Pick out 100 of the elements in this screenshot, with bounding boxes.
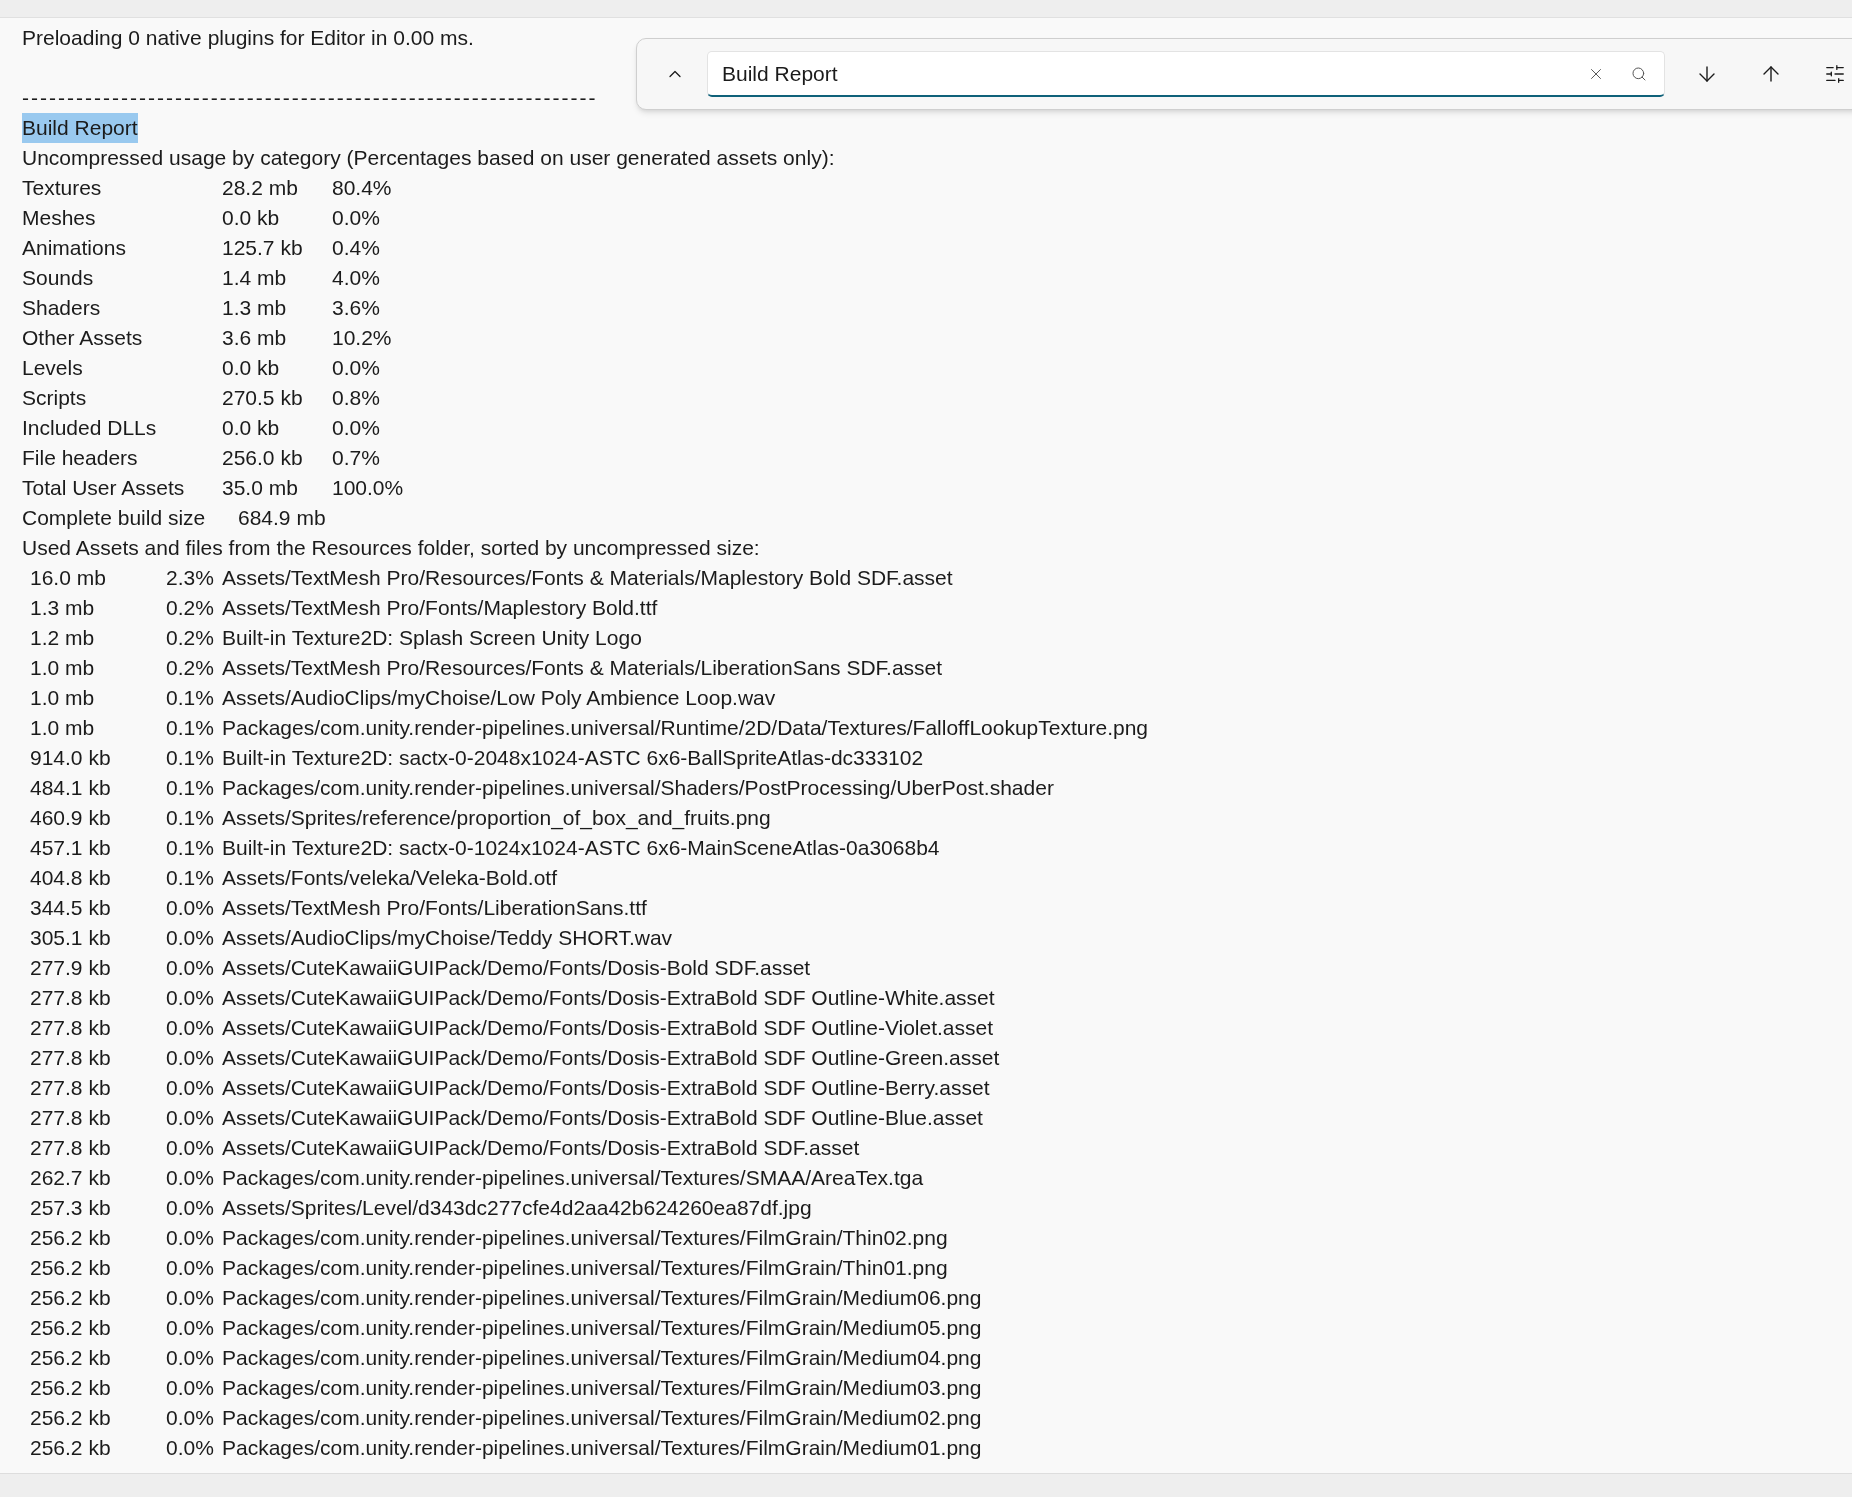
- asset-size: 256.2 kb: [30, 1345, 112, 1371]
- category-size: 35.0 mb: [222, 475, 299, 501]
- asset-size: 257.3 kb: [30, 1195, 112, 1221]
- asset-percent: 0.0%: [166, 1375, 215, 1401]
- build-size-label: Complete build size: [22, 505, 207, 531]
- asset-size: 256.2 kb: [30, 1225, 112, 1251]
- asset-percent: 0.0%: [166, 955, 215, 981]
- asset-size: 262.7 kb: [30, 1165, 112, 1191]
- asset-percent: 0.0%: [166, 925, 215, 951]
- asset-path: Packages/com.unity.render-pipelines.universal/Textures/FilmGrain/Medium06.png: [222, 1285, 982, 1311]
- asset-path: Assets/Fonts/veleka/Veleka-Bold.otf: [222, 865, 557, 891]
- category-percent: 4.0%: [332, 265, 380, 291]
- log-line: Preloading 0 native plugins for Editor in 0.00 ms.: [22, 25, 475, 51]
- asset-size: 256.2 kb: [30, 1375, 112, 1401]
- category-percent: 0.4%: [332, 235, 380, 261]
- asset-size: 460.9 kb: [30, 805, 112, 831]
- category-size: 1.4 mb: [222, 265, 288, 291]
- asset-size: 1.0 mb: [30, 685, 96, 711]
- asset-percent: 0.0%: [166, 1285, 215, 1311]
- asset-percent: 0.1%: [166, 715, 215, 741]
- asset-path: Packages/com.unity.render-pipelines.universal/Textures/FilmGrain/Medium02.png: [222, 1405, 982, 1431]
- asset-path: Assets/CuteKawaiiGUIPack/Demo/Fonts/Dosis-Bold SDF.asset: [222, 955, 811, 981]
- asset-percent: 0.0%: [166, 1435, 215, 1461]
- asset-path: Assets/CuteKawaiiGUIPack/Demo/Fonts/Dosis-ExtraBold SDF Outline-Violet.asset: [222, 1015, 994, 1041]
- asset-size: 404.8 kb: [30, 865, 112, 891]
- settings-icon: [1824, 63, 1846, 85]
- asset-path: Packages/com.unity.render-pipelines.universal/Textures/FilmGrain/Thin02.png: [222, 1225, 948, 1251]
- category-size: 256.0 kb: [222, 445, 304, 471]
- asset-percent: 0.0%: [166, 1315, 215, 1341]
- asset-size: 457.1 kb: [30, 835, 112, 861]
- asset-path: Assets/CuteKawaiiGUIPack/Demo/Fonts/Dosis-ExtraBold SDF Outline-Berry.asset: [222, 1075, 990, 1101]
- asset-path: Assets/TextMesh Pro/Resources/Fonts & Materials/Maplestory Bold SDF.asset: [222, 565, 953, 591]
- asset-percent: 0.0%: [166, 1075, 215, 1101]
- asset-path: Built-in Texture2D: Splash Screen Unity Logo: [222, 625, 642, 651]
- asset-path: Assets/CuteKawaiiGUIPack/Demo/Fonts/Dosis-ExtraBold SDF Outline-White.asset: [222, 985, 995, 1011]
- asset-path: Assets/TextMesh Pro/Fonts/Maplestory Bold.ttf: [222, 595, 658, 621]
- asset-percent: 2.3%: [166, 565, 215, 591]
- asset-path: Assets/TextMesh Pro/Resources/Fonts & Materials/LiberationSans SDF.asset: [222, 655, 943, 681]
- category-size: 28.2 mb: [222, 175, 299, 201]
- asset-size: 256.2 kb: [30, 1285, 112, 1311]
- asset-path: Assets/TextMesh Pro/Fonts/LiberationSans.ttf: [222, 895, 647, 921]
- asset-size: 277.8 kb: [30, 1075, 112, 1101]
- asset-size: 277.8 kb: [30, 1015, 112, 1041]
- category-percent: 100.0%: [332, 475, 404, 501]
- asset-percent: 0.0%: [166, 1225, 215, 1251]
- category-name: Animations: [22, 235, 127, 261]
- category-percent: 3.6%: [332, 295, 380, 321]
- build-size-value: 684.9 mb: [238, 505, 326, 531]
- search-field[interactable]: Build Report: [707, 51, 1665, 97]
- asset-path: Packages/com.unity.render-pipelines.universal/Textures/FilmGrain/Medium05.png: [222, 1315, 982, 1341]
- asset-percent: 0.2%: [166, 595, 215, 621]
- asset-percent: 0.0%: [166, 985, 215, 1011]
- asset-percent: 0.0%: [166, 1015, 215, 1041]
- asset-size: 344.5 kb: [30, 895, 112, 921]
- asset-path: Assets/CuteKawaiiGUIPack/Demo/Fonts/Dosis-ExtraBold SDF.asset: [222, 1135, 860, 1161]
- asset-percent: 0.0%: [166, 1105, 215, 1131]
- asset-path: Packages/com.unity.render-pipelines.universal/Runtime/2D/Data/Textures/FalloffLookupTexture.png: [222, 715, 1149, 741]
- category-percent: 10.2%: [332, 325, 392, 351]
- asset-path: Assets/CuteKawaiiGUIPack/Demo/Fonts/Dosis-ExtraBold SDF Outline-Blue.asset: [222, 1105, 983, 1131]
- asset-percent: 0.0%: [166, 1345, 215, 1371]
- report-title: Build Report: [22, 113, 138, 143]
- category-size: 3.6 mb: [222, 325, 288, 351]
- asset-path: Packages/com.unity.render-pipelines.universal/Textures/SMAA/AreaTex.tga: [222, 1165, 924, 1191]
- asset-size: 1.0 mb: [30, 655, 96, 681]
- category-name: Total User Assets: [22, 475, 186, 501]
- asset-percent: 0.0%: [166, 1255, 215, 1281]
- category-name: Meshes: [22, 205, 97, 231]
- category-size: 0.0 kb: [222, 205, 281, 231]
- category-name: File headers: [22, 445, 139, 471]
- category-name: Textures: [22, 175, 103, 201]
- category-percent: 0.8%: [332, 385, 380, 411]
- asset-path: Packages/com.unity.render-pipelines.universal/Textures/FilmGrain/Medium01.png: [222, 1435, 982, 1461]
- asset-path: Packages/com.unity.render-pipelines.universal/Textures/FilmGrain/Thin01.png: [222, 1255, 948, 1281]
- asset-size: 1.3 mb: [30, 595, 96, 621]
- asset-percent: 0.1%: [166, 775, 215, 801]
- asset-path: Assets/Sprites/reference/proportion_of_box_and_fruits.png: [222, 805, 771, 832]
- asset-percent: 0.0%: [166, 1405, 215, 1431]
- asset-path: Packages/com.unity.render-pipelines.universal/Textures/FilmGrain/Medium03.png: [222, 1375, 982, 1401]
- category-name: Shaders: [22, 295, 102, 321]
- category-heading: Uncompressed usage by category (Percentages based on user generated assets only):: [22, 145, 836, 171]
- asset-size: 277.8 kb: [30, 1045, 112, 1071]
- category-size: 0.0 kb: [222, 355, 281, 381]
- asset-path: Packages/com.unity.render-pipelines.universal/Shaders/PostProcessing/UberPost.shader: [222, 775, 1054, 801]
- asset-size: 914.0 kb: [30, 745, 112, 771]
- category-name: Scripts: [22, 385, 88, 411]
- asset-size: 16.0 mb: [30, 565, 107, 591]
- category-name: Levels: [22, 355, 84, 381]
- asset-percent: 0.1%: [166, 685, 215, 711]
- asset-size: 305.1 kb: [30, 925, 112, 951]
- asset-size: 277.9 kb: [30, 955, 112, 981]
- asset-size: 256.2 kb: [30, 1255, 112, 1281]
- category-size: 125.7 kb: [222, 235, 304, 261]
- category-percent: 0.0%: [332, 355, 380, 381]
- asset-percent: 0.2%: [166, 655, 215, 681]
- asset-percent: 0.0%: [166, 1165, 215, 1191]
- category-percent: 0.0%: [332, 205, 380, 231]
- search-icon: [1631, 66, 1647, 82]
- asset-size: 256.2 kb: [30, 1405, 112, 1431]
- asset-path: Assets/AudioClips/myChoise/Low Poly Ambience Loop.wav: [222, 685, 776, 711]
- asset-path: Assets/AudioClips/myChoise/Teddy SHORT.wav: [222, 925, 673, 951]
